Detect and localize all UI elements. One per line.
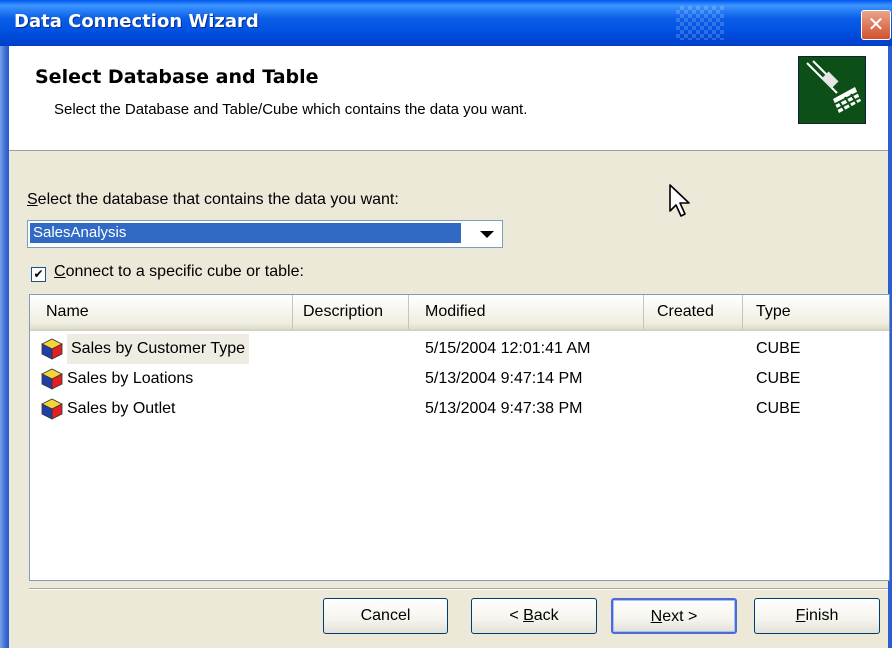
close-icon: ✕ (867, 12, 885, 36)
row-type: CUBE (756, 400, 801, 417)
window-frame-left (0, 0, 9, 648)
list-header: Name Description Modified Created Type (30, 295, 889, 331)
row-name-cell: Sales by Loations (41, 364, 193, 394)
database-selected-value: SalesAnalysis (30, 223, 461, 243)
table-row[interactable]: Sales by Loations 5/13/2004 9:47:14 PM C… (30, 364, 889, 394)
page-title: Select Database and Table (35, 66, 319, 88)
cube-icon (41, 368, 63, 390)
row-name-cell: Sales by Customer Type (41, 334, 250, 364)
row-modified: 5/15/2004 12:01:41 AM (425, 340, 591, 357)
title-bar-decoration (676, 6, 724, 40)
chevron-down-icon[interactable] (474, 223, 500, 245)
cancel-button[interactable]: Cancel (323, 598, 448, 634)
cube-table-list[interactable]: Name Description Modified Created Type S… (29, 294, 890, 581)
row-type: CUBE (756, 340, 801, 357)
row-type: CUBE (756, 370, 801, 387)
data-connection-wizard-window: Data Connection Wizard ✕ Select Database… (0, 0, 892, 648)
row-name-cell: Sales by Outlet (41, 394, 176, 424)
column-header-type[interactable]: Type (743, 295, 889, 329)
wizard-header: Select Database and Table Select the Dat… (9, 46, 888, 151)
checkmark-icon: ✔ (33, 267, 44, 281)
column-header-description[interactable]: Description (293, 295, 409, 329)
back-button[interactable]: < Back (471, 598, 597, 634)
button-separator (29, 588, 888, 590)
database-combobox[interactable]: SalesAnalysis (27, 220, 503, 248)
mouse-cursor-icon (669, 184, 690, 217)
cube-icon (41, 398, 63, 420)
table-row[interactable]: Sales by Outlet 5/13/2004 9:47:38 PM CUB… (30, 394, 889, 424)
window-title: Data Connection Wizard (14, 11, 259, 32)
cube-icon (41, 338, 63, 360)
database-select-label: Select the database that contains the da… (27, 191, 399, 208)
finish-button[interactable]: Finish (754, 598, 880, 634)
specific-cube-label[interactable]: Connect to a specific cube or table: (54, 263, 304, 281)
row-modified: 5/13/2004 9:47:38 PM (425, 400, 583, 417)
column-header-modified[interactable]: Modified (409, 295, 644, 329)
title-bar[interactable]: Data Connection Wizard ✕ (0, 0, 892, 46)
wizard-content: Select the database that contains the da… (9, 151, 890, 648)
column-header-created[interactable]: Created (644, 295, 743, 329)
specific-cube-checkbox[interactable]: ✔ (31, 267, 46, 282)
page-subtitle: Select the Database and Table/Cube which… (54, 101, 528, 118)
table-row[interactable]: Sales by Customer Type 5/15/2004 12:01:4… (30, 334, 889, 364)
column-header-name[interactable]: Name (30, 295, 293, 329)
close-button[interactable]: ✕ (861, 10, 891, 40)
next-button[interactable]: Next > (611, 598, 737, 634)
row-modified: 5/13/2004 9:47:14 PM (425, 370, 583, 387)
plug-and-table-icon (798, 56, 866, 124)
